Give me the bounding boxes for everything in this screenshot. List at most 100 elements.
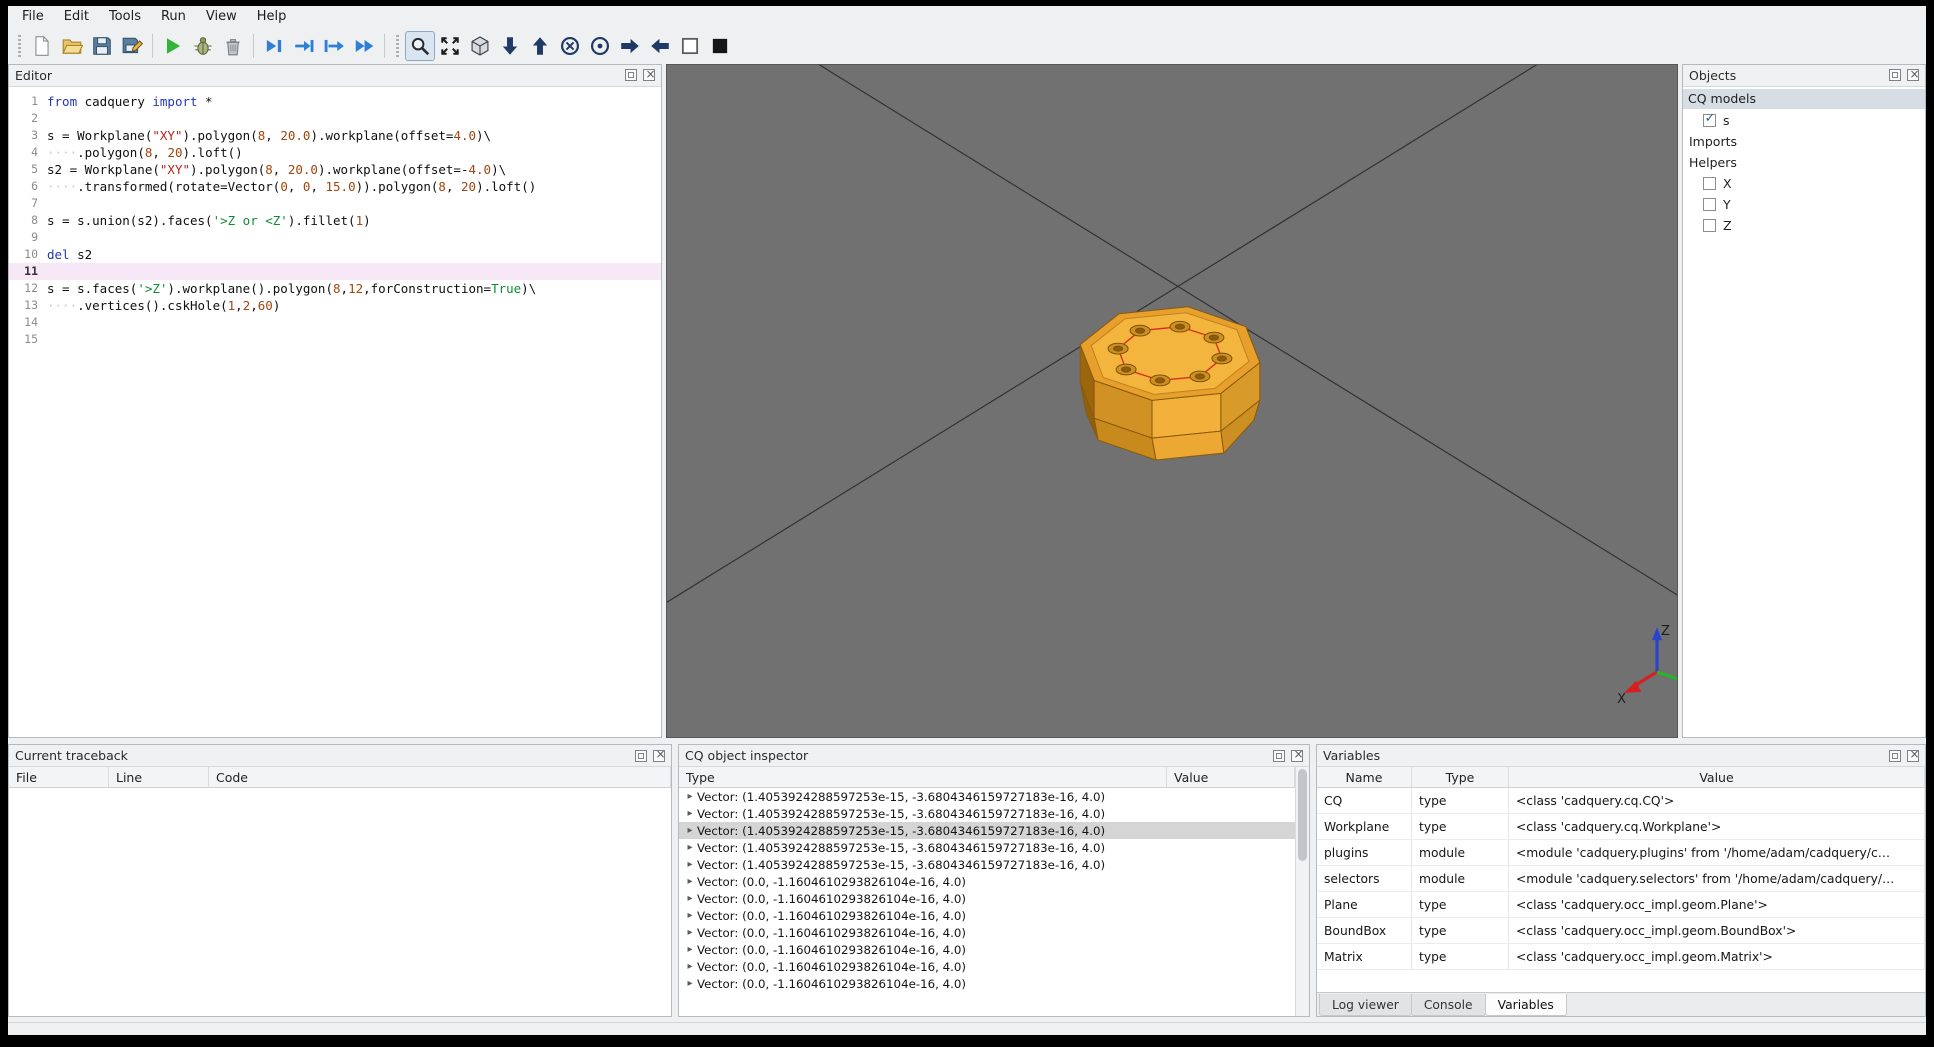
expand-arrow-icon[interactable]: ▸ xyxy=(683,791,697,802)
editor-float-button[interactable] xyxy=(625,69,637,82)
variables-row-matrix[interactable]: Matrix type <class 'cadquery.occ_impl.geom… xyxy=(1317,944,1925,971)
objects-row-imports[interactable]: Imports xyxy=(1683,131,1925,152)
menu-help[interactable]: Help xyxy=(247,7,297,26)
cad-model[interactable] xyxy=(1079,306,1261,461)
code-line-11[interactable]: 11 xyxy=(9,262,661,280)
inspector-row[interactable]: ▸ Vector: (1.4053924288597253e-15, -3.680… xyxy=(679,788,1295,805)
code-line-9[interactable]: 9 xyxy=(9,229,661,246)
objects-row-z[interactable]: Z xyxy=(1683,215,1925,236)
continue-button[interactable] xyxy=(349,31,379,61)
expand-arrow-icon[interactable]: ▸ xyxy=(683,910,697,921)
expand-arrow-icon[interactable]: ▸ xyxy=(683,859,697,870)
inspector-row[interactable]: ▸ Vector: (1.4053924288597253e-15, -3.680… xyxy=(679,822,1295,840)
objects-row-s[interactable]: s xyxy=(1683,110,1925,131)
inspector-close-button[interactable] xyxy=(1291,747,1304,762)
column-header-type[interactable]: Type xyxy=(1412,767,1509,788)
view-right-button[interactable] xyxy=(615,31,645,61)
menu-tools[interactable]: Tools xyxy=(99,7,151,26)
view-left-button[interactable] xyxy=(645,31,675,61)
step-return-button[interactable] xyxy=(319,31,349,61)
debug-button[interactable] xyxy=(188,31,218,61)
objects-row-y[interactable]: Y xyxy=(1683,194,1925,215)
code-line-1[interactable]: 1 from cadquery import * xyxy=(9,93,661,110)
fit-all-button[interactable] xyxy=(435,31,465,61)
code-line-5[interactable]: 5 s2 = Workplane("XY").polygon(8, 20.0).w… xyxy=(9,161,661,178)
objects-float-button[interactable] xyxy=(1889,69,1901,82)
delete-button[interactable] xyxy=(218,31,248,61)
view-back-button[interactable] xyxy=(585,31,615,61)
step-in-button[interactable] xyxy=(289,31,319,61)
save-as-button[interactable] xyxy=(117,31,147,61)
editor-close-button[interactable] xyxy=(643,67,656,82)
inspector-row[interactable]: ▸ Vector: (1.4053924288597253e-15, -3.680… xyxy=(679,839,1295,856)
variables-float-button[interactable] xyxy=(1889,749,1901,762)
code-line-2[interactable]: 2 xyxy=(9,110,661,127)
expand-arrow-icon[interactable]: ▸ xyxy=(683,961,697,972)
inspector-float-button[interactable] xyxy=(1273,749,1285,762)
code-line-6[interactable]: 6 ····.transformed(rotate=Vector(0, 0, 15… xyxy=(9,178,661,195)
variables-row-boundbox[interactable]: BoundBox type <class 'cadquery.occ_impl.ge… xyxy=(1317,918,1925,945)
code-line-15[interactable]: 15 xyxy=(9,331,661,348)
column-header-value[interactable]: Value xyxy=(1509,767,1925,788)
expand-arrow-icon[interactable]: ▸ xyxy=(683,876,697,887)
shaded-button[interactable] xyxy=(705,31,735,61)
inspector-row[interactable]: ▸ Vector: (1.4053924288597253e-15, -3.680… xyxy=(679,805,1295,822)
variables-row-plugins[interactable]: plugins module <module 'cadquery.plugins' … xyxy=(1317,840,1925,867)
tab-variables[interactable]: Variables xyxy=(1484,994,1567,1016)
view-top-button[interactable] xyxy=(525,31,555,61)
inspector-scrollbar[interactable] xyxy=(1295,767,1309,1016)
checkbox-x[interactable] xyxy=(1703,176,1716,190)
expand-arrow-icon[interactable]: ▸ xyxy=(683,944,697,955)
open-button[interactable] xyxy=(57,31,87,61)
inspector-row[interactable]: ▸ Vector: (0.0, -1.1604610293826104e-16, … xyxy=(679,941,1295,958)
scrollbar-thumb[interactable] xyxy=(1298,769,1307,862)
render-button[interactable] xyxy=(158,31,188,61)
traceback-float-button[interactable] xyxy=(635,749,647,762)
expand-arrow-icon[interactable]: ▸ xyxy=(683,893,697,904)
new-file-button[interactable] xyxy=(27,31,57,61)
checkbox-z[interactable] xyxy=(1703,218,1716,232)
inspector-row[interactable]: ▸ Vector: (0.0, -1.1604610293826104e-16, … xyxy=(679,924,1295,941)
inspector-row[interactable]: ▸ Vector: (1.4053924288597253e-15, -3.680… xyxy=(679,856,1295,873)
code-line-7[interactable]: 7 xyxy=(9,195,661,212)
expand-arrow-icon[interactable]: ▸ xyxy=(683,978,697,989)
objects-row-x[interactable]: X xyxy=(1683,173,1925,194)
save-button[interactable] xyxy=(87,31,117,61)
column-header-name[interactable]: Name xyxy=(1317,767,1412,788)
view-bottom-button[interactable] xyxy=(495,31,525,61)
wireframe-button[interactable] xyxy=(675,31,705,61)
variables-close-button[interactable] xyxy=(1907,747,1920,762)
column-header-file[interactable]: File xyxy=(9,767,109,788)
menu-run[interactable]: Run xyxy=(151,7,196,26)
objects-close-button[interactable] xyxy=(1907,67,1920,82)
view-front-button[interactable] xyxy=(555,31,585,61)
checkbox-s[interactable] xyxy=(1703,111,1716,127)
column-header-type[interactable]: Type xyxy=(679,767,1167,788)
code-line-4[interactable]: 4 ····.polygon(8, 20).loft() xyxy=(9,144,661,161)
inspector-row[interactable]: ▸ Vector: (0.0, -1.1604610293826104e-16, … xyxy=(679,975,1295,992)
code-line-8[interactable]: 8 s = s.union(s2).faces('>Z or <Z').fille… xyxy=(9,212,661,229)
editor-code[interactable]: 1 from cadquery import * 2 3 s = Workplane("… xyxy=(9,86,661,738)
code-line-12[interactable]: 12 s = s.faces('>Z').workplane().polygon(… xyxy=(9,280,661,297)
column-header-value[interactable]: Value xyxy=(1167,767,1295,788)
column-header-line[interactable]: Line xyxy=(109,767,209,788)
tab-console[interactable]: Console xyxy=(1410,994,1486,1016)
variables-row-workplane[interactable]: Workplane type <class 'cadquery.cq.Workpla… xyxy=(1317,814,1925,841)
inspector-row[interactable]: ▸ Vector: (0.0, -1.1604610293826104e-16, … xyxy=(679,907,1295,924)
expand-arrow-icon[interactable]: ▸ xyxy=(683,927,697,938)
inspector-row[interactable]: ▸ Vector: (0.0, -1.1604610293826104e-16, … xyxy=(679,873,1295,890)
objects-row-cq-models[interactable]: CQ models xyxy=(1683,88,1925,109)
zoom-fit-button[interactable] xyxy=(405,30,435,61)
tab-log-viewer[interactable]: Log viewer xyxy=(1319,994,1412,1016)
code-line-10[interactable]: 10 del s2 xyxy=(9,246,661,263)
variables-row-selectors[interactable]: selectors module <module 'cadquery.selecto… xyxy=(1317,866,1925,893)
variables-row-cq[interactable]: CQ type <class 'cadquery.cq.CQ'> xyxy=(1317,788,1925,815)
inspector-row[interactable]: ▸ Vector: (0.0, -1.1604610293826104e-16, … xyxy=(679,958,1295,975)
menu-edit[interactable]: Edit xyxy=(54,7,99,26)
step-button[interactable] xyxy=(259,31,289,61)
3d-viewport[interactable]: Z X Y xyxy=(666,63,1678,739)
iso-view-button[interactable] xyxy=(465,31,495,61)
expand-arrow-icon[interactable]: ▸ xyxy=(683,842,697,853)
expand-arrow-icon[interactable]: ▸ xyxy=(683,808,697,819)
column-header-code[interactable]: Code xyxy=(209,767,671,788)
